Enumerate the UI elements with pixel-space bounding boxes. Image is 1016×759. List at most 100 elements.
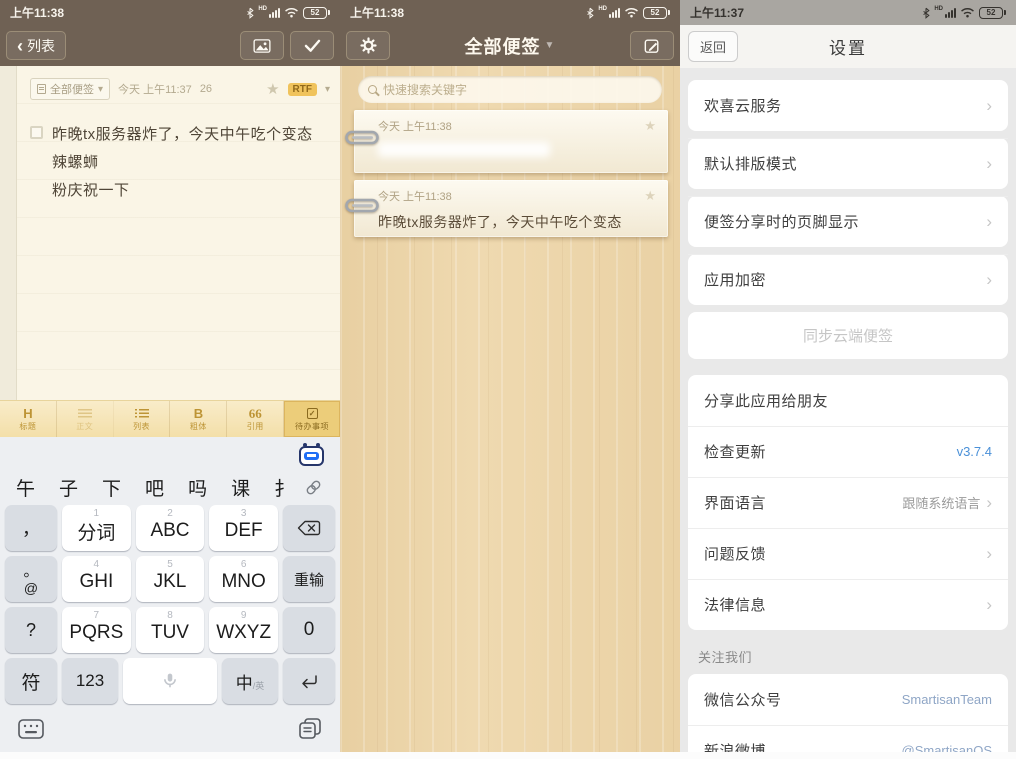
key-space[interactable] xyxy=(123,658,217,704)
compose-note-button[interactable] xyxy=(630,31,674,60)
compose-icon xyxy=(644,38,660,54)
wechat-account: SmartisanTeam xyxy=(902,692,992,707)
settings-row-share-app[interactable]: 分享此应用给朋友 xyxy=(688,375,1008,426)
key-backspace[interactable] xyxy=(283,505,335,551)
settings-row-check-update[interactable]: 检查更新 v3.7.4 xyxy=(688,426,1008,477)
candidate[interactable]: 午 xyxy=(14,474,47,501)
candidate[interactable]: 吧 xyxy=(133,474,176,501)
settings-row-legal[interactable]: 法律信息 › xyxy=(688,579,1008,630)
key-8-tuv[interactable]: 8TUV xyxy=(136,607,205,653)
format-quote-button[interactable]: 66 引用 xyxy=(227,401,284,437)
quote-icon: 66 xyxy=(249,407,262,420)
format-bold-button[interactable]: B 粗体 xyxy=(170,401,227,437)
wood-background: 今天 上午11:38 ★ 今天 上午11:38 ★ 昨晚tx服务器炸了，今天中午… xyxy=(340,66,680,752)
star-icon[interactable]: ★ xyxy=(644,188,656,204)
ime-footer xyxy=(0,704,340,740)
key-3-def[interactable]: 3DEF xyxy=(209,505,278,551)
search-input[interactable] xyxy=(383,83,652,97)
settings-row-default-layout[interactable]: 默认排版模式 › xyxy=(688,138,1008,189)
key-comma[interactable]: ， xyxy=(5,505,57,551)
input-method-panel: 午 子 下 吧 吗 课 扌 ✕ ， 1分词 2ABC 3DEF xyxy=(0,437,340,752)
status-icons: HD 52 xyxy=(246,7,330,19)
key-period-at[interactable]: 。@ xyxy=(5,556,57,602)
heading-icon: H xyxy=(23,407,32,420)
search-bar[interactable] xyxy=(358,76,662,103)
key-enter[interactable] xyxy=(283,658,335,704)
candidate[interactable]: 课 xyxy=(219,474,262,501)
note-item-preview: 昨晚tx服务器炸了，今天中午吃个变态 xyxy=(378,212,656,232)
status-bar: 上午11:38 HD 52 xyxy=(340,0,680,25)
candidate[interactable]: 子 xyxy=(47,474,90,501)
settings-row-weibo[interactable]: 新浪微博 @SmartisanOS xyxy=(688,725,1008,752)
back-label: 列表 xyxy=(27,36,55,56)
format-todo-button[interactable]: ✓ 待办事项 xyxy=(284,401,340,437)
todo-checkbox[interactable] xyxy=(30,126,43,139)
star-icon[interactable]: ★ xyxy=(266,80,279,98)
key-7-pqrs[interactable]: 7PQRS xyxy=(62,607,131,653)
image-icon xyxy=(253,39,271,53)
settings-row-app-lock[interactable]: 应用加密 › xyxy=(688,254,1008,305)
settings-group: 分享此应用给朋友 检查更新 v3.7.4 界面语言 跟随系统语言 › 问题反馈 … xyxy=(688,375,1008,630)
note-list-item[interactable]: 今天 上午11:38 ★ 昨晚tx服务器炸了，今天中午吃个变态 xyxy=(354,180,668,237)
format-list-button[interactable]: 列表 xyxy=(114,401,171,437)
key-lang-toggle[interactable]: 中/英 xyxy=(222,658,278,704)
battery-percent: 52 xyxy=(979,7,1003,19)
wifi-icon xyxy=(960,7,975,18)
note-char-count: 26 xyxy=(200,83,212,95)
note-paper[interactable]: 全部便签 ▾ 今天 上午11:37 26 ★ RTF ▾ 昨晚tx服务器炸了，今… xyxy=(0,66,340,400)
settings-row-cloud-service[interactable]: 欢喜云服务 › xyxy=(688,80,1008,131)
key-question[interactable]: ? xyxy=(5,607,57,653)
settings-row-language[interactable]: 界面语言 跟随系统语言 › xyxy=(688,477,1008,528)
key-9-wxyz[interactable]: 9WXYZ xyxy=(209,607,278,653)
key-retype[interactable]: 重输 xyxy=(283,556,335,602)
notes-list-panel: 上午11:38 HD 52 全部便签 ▼ xyxy=(340,0,680,752)
key-2-abc[interactable]: 2ABC xyxy=(136,505,205,551)
settings-button[interactable] xyxy=(346,31,390,60)
ime-assistant-icon[interactable] xyxy=(299,446,324,466)
key-0[interactable]: 0 xyxy=(283,607,335,653)
chevron-right-icon: › xyxy=(986,213,992,230)
hd-indicator: HD xyxy=(934,6,943,12)
status-bar: 上午11:38 HD 52 xyxy=(0,0,340,25)
settings-row-feedback[interactable]: 问题反馈 › xyxy=(688,528,1008,579)
insert-image-button[interactable] xyxy=(240,31,284,60)
key-symbols[interactable]: 符 xyxy=(5,658,57,704)
body-text-icon xyxy=(78,407,92,420)
back-to-list-button[interactable]: ‹ 列表 xyxy=(6,31,66,60)
candidate[interactable]: 扌 xyxy=(262,474,305,501)
candidate[interactable]: 吗 xyxy=(176,474,219,501)
clipboard-icon[interactable] xyxy=(298,718,322,740)
link-icon[interactable] xyxy=(305,479,322,496)
note-list-item[interactable]: 今天 上午11:38 ★ xyxy=(354,110,668,173)
key-6-mno[interactable]: 6MNO xyxy=(209,556,278,602)
bluetooth-icon xyxy=(922,7,930,19)
chevron-down-icon: ▼ xyxy=(545,40,556,51)
todo-check-icon: ✓ xyxy=(307,407,318,420)
key-numpad[interactable]: 123 xyxy=(62,658,118,704)
signal-icon xyxy=(269,8,280,18)
settings-row-wechat[interactable]: 微信公众号 SmartisanTeam xyxy=(688,674,1008,725)
settings-row-share-footer[interactable]: 便签分享时的页脚显示 › xyxy=(688,196,1008,247)
note-content[interactable]: 昨晚tx服务器炸了，今天中午吃个变态辣螺蛳 粉庆祝一下 xyxy=(30,121,324,205)
key-5-jkl[interactable]: 5JKL xyxy=(136,556,205,602)
keyboard-switch-icon[interactable] xyxy=(18,719,44,739)
notebook-selector[interactable]: 全部便签 ▾ xyxy=(30,78,110,100)
version-badge: v3.7.4 xyxy=(957,444,992,459)
sync-cloud-notes-button[interactable]: 同步云端便签 xyxy=(688,312,1008,359)
chevron-down-icon[interactable]: ▾ xyxy=(325,84,330,95)
note-datetime: 今天 上午11:37 xyxy=(118,81,192,97)
chevron-right-icon: › xyxy=(986,271,992,288)
star-icon[interactable]: ★ xyxy=(644,118,656,134)
key-4-ghi[interactable]: 4GHI xyxy=(62,556,131,602)
status-time: 上午11:38 xyxy=(350,4,404,21)
save-note-button[interactable] xyxy=(290,31,334,60)
key-1-fenci[interactable]: 1分词 xyxy=(62,505,131,551)
list-title[interactable]: 全部便签 ▼ xyxy=(465,33,556,59)
language-value: 跟随系统语言 xyxy=(902,493,980,512)
back-button[interactable]: 返回 xyxy=(688,31,738,62)
format-heading-button[interactable]: H 标题 xyxy=(0,401,57,437)
battery-percent: 52 xyxy=(303,7,327,19)
battery-icon: 52 xyxy=(979,7,1006,19)
format-body-button[interactable]: 正文 xyxy=(57,401,114,437)
candidate[interactable]: 下 xyxy=(90,474,133,501)
